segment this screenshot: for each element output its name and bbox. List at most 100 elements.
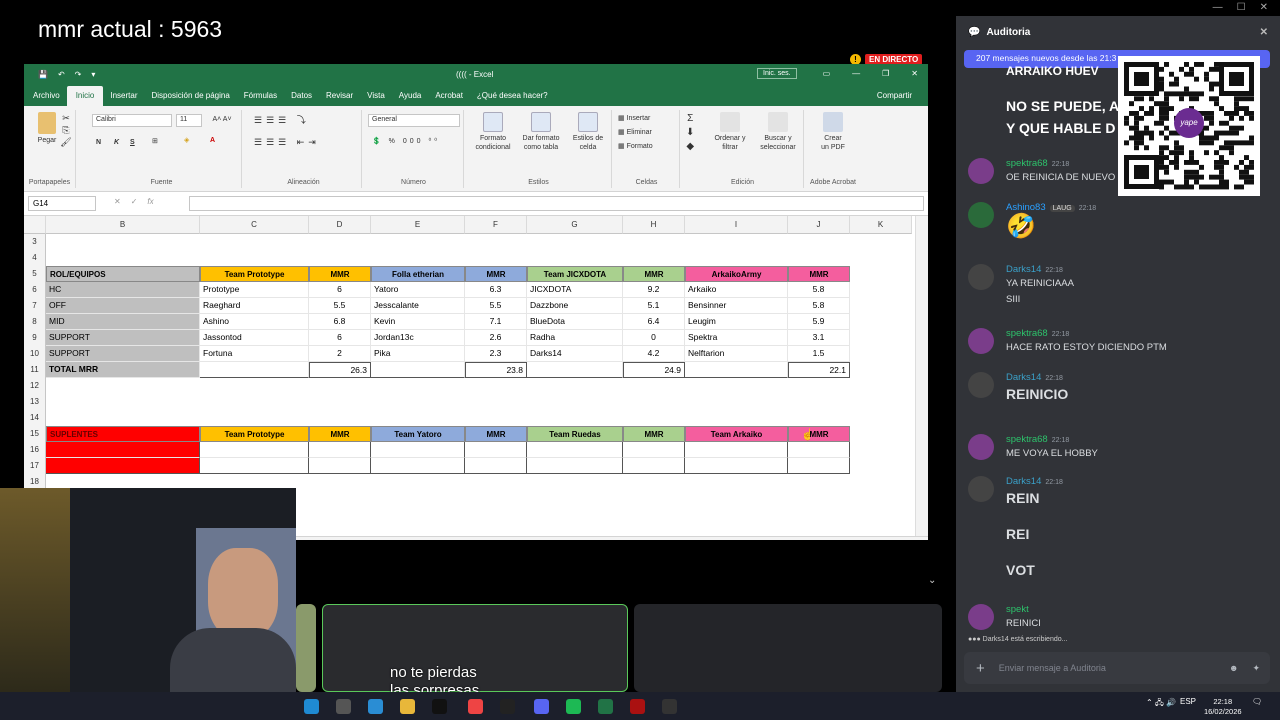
clock[interactable]: 22:18 16/02/2026 — [1204, 697, 1242, 717]
row-header[interactable]: 10 — [24, 346, 46, 362]
cell[interactable] — [200, 362, 309, 378]
cell[interactable]: MMR — [465, 266, 527, 282]
cell[interactable]: TOTAL MRR — [46, 362, 200, 378]
cell[interactable]: Yatoro — [371, 282, 465, 298]
cell[interactable]: 5.9 — [788, 314, 850, 330]
cell[interactable]: 6 — [309, 330, 371, 346]
row-header[interactable]: 12 — [24, 378, 46, 394]
cell[interactable]: Jassontod — [200, 330, 309, 346]
cell[interactable]: 5.8 — [788, 298, 850, 314]
tiktok-icon[interactable] — [432, 699, 447, 714]
spotify-icon[interactable] — [566, 699, 581, 714]
xl-close-icon[interactable]: ✕ — [911, 69, 918, 78]
conditional-format-button[interactable]: Formato condicional — [470, 112, 516, 152]
emoji-icon[interactable]: ☻ — [1229, 663, 1238, 673]
edge-icon[interactable] — [368, 699, 383, 714]
tab-1[interactable]: Inicio — [66, 86, 104, 106]
cell[interactable]: SUPPORT — [46, 330, 200, 346]
underline-button[interactable]: S — [130, 138, 135, 147]
cell[interactable]: MMR — [788, 266, 850, 282]
avatar[interactable] — [968, 476, 994, 502]
cell[interactable] — [527, 362, 623, 378]
cut-icon[interactable]: ✂ ⎘ 🖌 — [60, 112, 72, 148]
add-attachment-icon[interactable]: + — [976, 660, 985, 677]
column-header[interactable]: B — [46, 216, 200, 234]
font-size-select[interactable]: 11 — [176, 114, 202, 127]
fx-icon[interactable]: ✕✓fx — [114, 197, 154, 206]
row-header[interactable]: 7 — [24, 298, 46, 314]
cell[interactable] — [788, 458, 850, 474]
italic-button[interactable]: K — [114, 138, 119, 147]
row-header[interactable]: 14 — [24, 410, 46, 426]
cell[interactable]: 5.5 — [465, 298, 527, 314]
cell[interactable]: Team JICXDOTA — [527, 266, 623, 282]
font-color-icon[interactable]: A — [210, 136, 215, 145]
create-pdf-button[interactable]: Crear un PDF — [812, 112, 854, 152]
align-icons[interactable]: ☰☰☰ ⤵ — [254, 116, 310, 125]
find-select-button[interactable]: Buscar y seleccionar — [754, 112, 802, 152]
files-icon[interactable] — [400, 699, 415, 714]
cell[interactable]: 24.9 — [623, 362, 685, 378]
cell[interactable] — [685, 458, 788, 474]
cell[interactable]: 5.8 — [788, 282, 850, 298]
cell[interactable] — [309, 442, 371, 458]
discord-icon[interactable] — [534, 699, 549, 714]
cell[interactable]: 9.2 — [623, 282, 685, 298]
cell[interactable] — [623, 458, 685, 474]
cell[interactable] — [371, 442, 465, 458]
chat-input[interactable]: + Enviar mensaje a Auditoria ☻ ✦ — [964, 652, 1270, 684]
cell[interactable] — [371, 458, 465, 474]
cell[interactable] — [527, 442, 623, 458]
notifications-icon[interactable]: 🗨 — [1252, 697, 1262, 706]
column-header[interactable]: J — [788, 216, 850, 234]
row-header[interactable]: 15 — [24, 426, 46, 442]
format-as-table-button[interactable]: Dar formato como tabla — [518, 112, 564, 152]
column-header[interactable]: F — [465, 216, 527, 234]
name-box[interactable]: G14 — [28, 196, 96, 211]
author-name[interactable]: spektra68 22:18 — [1006, 328, 1069, 339]
tab-5[interactable]: Datos — [284, 91, 319, 106]
column-header[interactable]: C — [200, 216, 309, 234]
tab-10[interactable]: ¿Qué desea hacer? — [470, 91, 555, 106]
column-header[interactable]: G — [527, 216, 623, 234]
close-icon[interactable]: ✕ — [1260, 2, 1268, 13]
row-header[interactable]: 9 — [24, 330, 46, 346]
column-header[interactable]: D — [309, 216, 371, 234]
font-grow-shrink-icon[interactable]: A˄ A˅ — [208, 115, 236, 124]
formula-input[interactable] — [189, 196, 924, 211]
cell[interactable]: JICXDOTA — [527, 282, 623, 298]
close-chat-icon[interactable]: ✕ — [1260, 27, 1268, 38]
author-name[interactable]: Darks14 22:18 — [1006, 476, 1063, 487]
cell[interactable]: 6.4 — [623, 314, 685, 330]
row-header[interactable]: 13 — [24, 394, 46, 410]
cell[interactable]: SUPPORT — [46, 346, 200, 362]
cell[interactable] — [200, 442, 309, 458]
bold-button[interactable]: N — [96, 138, 101, 147]
author-name[interactable]: Darks14 22:18 — [1006, 372, 1063, 383]
author-name[interactable]: spekt — [1006, 604, 1029, 615]
cell[interactable]: MMR — [623, 266, 685, 282]
fill-color-icon[interactable]: ◈ — [184, 136, 189, 145]
cell[interactable]: SUPLENTES — [46, 426, 200, 442]
app-icon[interactable] — [630, 699, 645, 714]
video-tile[interactable] — [634, 604, 942, 692]
tab-4[interactable]: Fórmulas — [237, 91, 284, 106]
save-icon[interactable]: 💾 — [38, 70, 48, 79]
indent-icons[interactable]: ☰☰☰ ⇤⇥ — [254, 138, 320, 147]
cell[interactable] — [623, 442, 685, 458]
column-header[interactable]: K — [850, 216, 912, 234]
cell[interactable]: 5.1 — [623, 298, 685, 314]
cell[interactable]: Dazzbone — [527, 298, 623, 314]
cell[interactable]: 26.3 — [309, 362, 371, 378]
ribbon-options-icon[interactable]: ▭ — [823, 69, 831, 78]
share-button[interactable]: Compartir — [870, 91, 928, 106]
cell[interactable]: Ashino — [200, 314, 309, 330]
undo-icon[interactable]: ↶ — [58, 70, 65, 79]
xl-minimize-icon[interactable]: — — [852, 69, 860, 78]
video-tile[interactable] — [296, 604, 316, 692]
cell[interactable]: ArkaikoArmy — [685, 266, 788, 282]
cell[interactable]: 6.3 — [465, 282, 527, 298]
column-header[interactable]: H — [623, 216, 685, 234]
cell[interactable] — [527, 458, 623, 474]
tiktok-live-icon[interactable] — [500, 699, 515, 714]
